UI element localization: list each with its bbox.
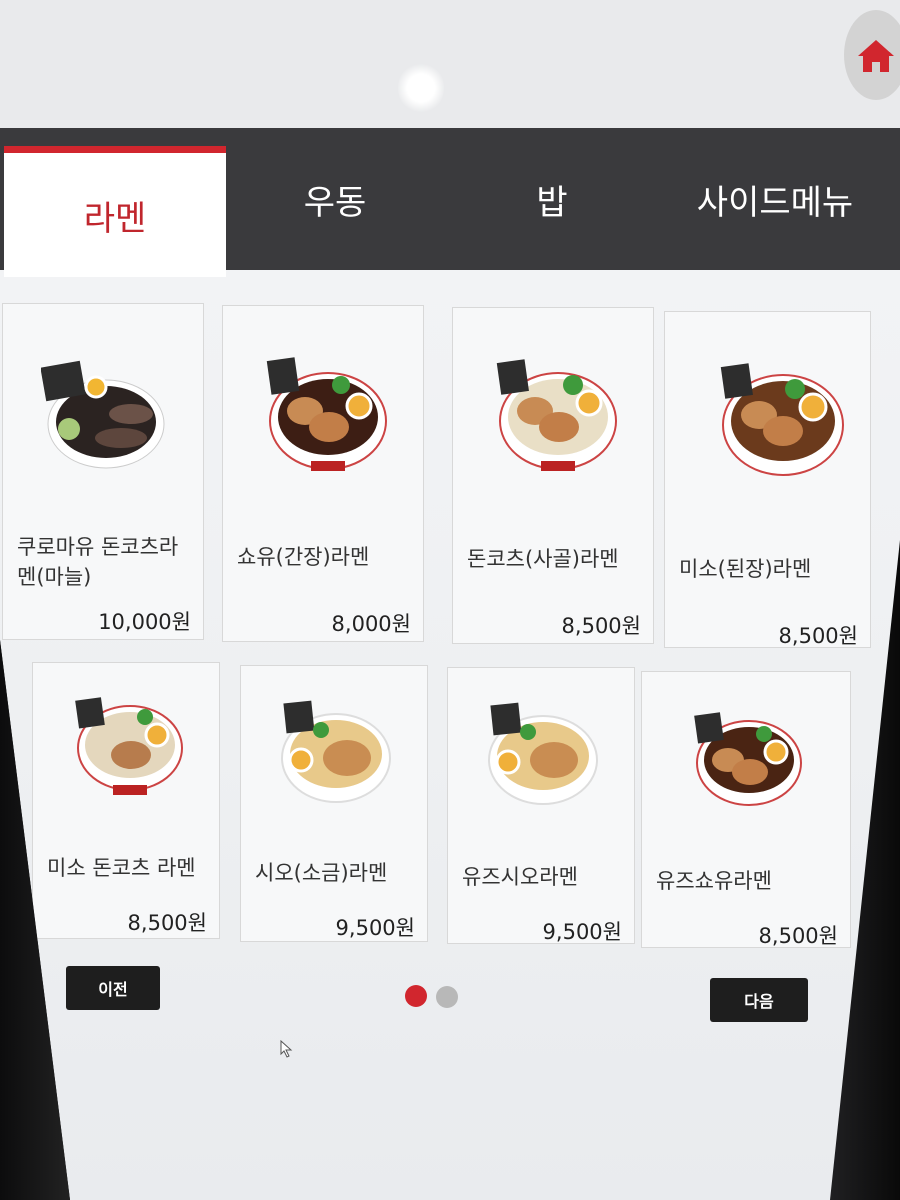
tab-side-menu[interactable]: 사이드메뉴 xyxy=(670,128,880,270)
menu-item-name: 유즈쇼유라멘 xyxy=(656,869,772,893)
home-icon xyxy=(858,40,894,72)
menu-item-price: 8,000원 xyxy=(331,612,411,636)
menu-item-name: 미소 돈코츠 라멘 xyxy=(47,856,196,880)
ramen-bowl-image xyxy=(281,700,391,803)
prev-button[interactable]: 이전 xyxy=(66,966,160,1010)
tab-udon[interactable]: 우동 xyxy=(235,128,435,270)
top-bar xyxy=(0,0,900,128)
next-button-label: 다음 xyxy=(744,992,774,1011)
screen-glare xyxy=(398,62,444,114)
page-dot-active[interactable] xyxy=(405,985,427,1007)
menu-item-price: 9,500원 xyxy=(335,916,415,940)
menu-item-price: 8,500원 xyxy=(778,624,858,648)
menu-item-card[interactable]: 시오(소금)라멘 9,500원 xyxy=(240,665,428,942)
next-button[interactable]: 다음 xyxy=(710,978,808,1022)
ramen-bowl-image xyxy=(41,360,165,469)
menu-item-name: 유즈시오라멘 xyxy=(462,865,578,889)
menu-item-card[interactable]: 쇼유(간장)라멘 8,000원 xyxy=(222,305,424,642)
tab-ramen[interactable]: 라멘 xyxy=(4,146,226,277)
ramen-bowl-image xyxy=(75,697,183,795)
menu-item-name: 쿠로마유 돈코츠라멘(마늘) xyxy=(17,535,179,589)
menu-item-name: 돈코츠(사골)라멘 xyxy=(467,547,619,571)
menu-item-price: 8,500원 xyxy=(127,911,207,935)
menu-item-card[interactable]: 미소 돈코츠 라멘 8,500원 xyxy=(32,662,220,939)
menu-item-price: 8,500원 xyxy=(561,614,641,638)
tab-udon-label: 우동 xyxy=(303,182,367,223)
cursor-icon xyxy=(280,1040,293,1058)
prev-button-label: 이전 xyxy=(98,980,128,999)
menu-item-card[interactable]: 돈코츠(사골)라멘 8,500원 xyxy=(452,307,654,644)
menu-item-card[interactable]: 유즈시오라멘 9,500원 xyxy=(447,667,635,944)
tab-side-label: 사이드메뉴 xyxy=(696,182,854,223)
page-dot-inactive[interactable] xyxy=(436,986,458,1008)
menu-item-price: 8,500원 xyxy=(758,924,838,948)
ramen-bowl-image xyxy=(720,363,844,476)
home-button[interactable] xyxy=(844,10,900,100)
ramen-bowl-image xyxy=(488,702,598,805)
tab-rice[interactable]: 밥 xyxy=(452,128,652,270)
ramen-bowl-image xyxy=(694,712,802,806)
ramen-bowl-image xyxy=(266,357,387,471)
category-tab-bar: 라멘 우동 밥 사이드메뉴 xyxy=(0,128,900,277)
menu-item-price: 10,000원 xyxy=(98,610,191,634)
menu-item-price: 9,500원 xyxy=(542,920,622,944)
menu-item-name: 쇼유(간장)라멘 xyxy=(237,545,370,569)
menu-item-card[interactable]: 미소(된장)라멘 8,500원 xyxy=(664,311,871,648)
kiosk-screen: 라멘 우동 밥 사이드메뉴 쿠로마유 돈코츠라멘(마늘) 10,000원 쇼유(… xyxy=(0,0,900,1200)
ramen-bowl-image xyxy=(496,359,617,471)
menu-item-card[interactable]: 유즈쇼유라멘 8,500원 xyxy=(641,671,851,948)
tab-rice-label: 밥 xyxy=(536,182,568,223)
menu-item-card[interactable]: 쿠로마유 돈코츠라멘(마늘) 10,000원 xyxy=(2,303,204,640)
tab-ramen-label: 라멘 xyxy=(83,198,147,239)
menu-item-name: 미소(된장)라멘 xyxy=(679,557,812,581)
menu-item-name: 시오(소금)라멘 xyxy=(255,861,388,885)
